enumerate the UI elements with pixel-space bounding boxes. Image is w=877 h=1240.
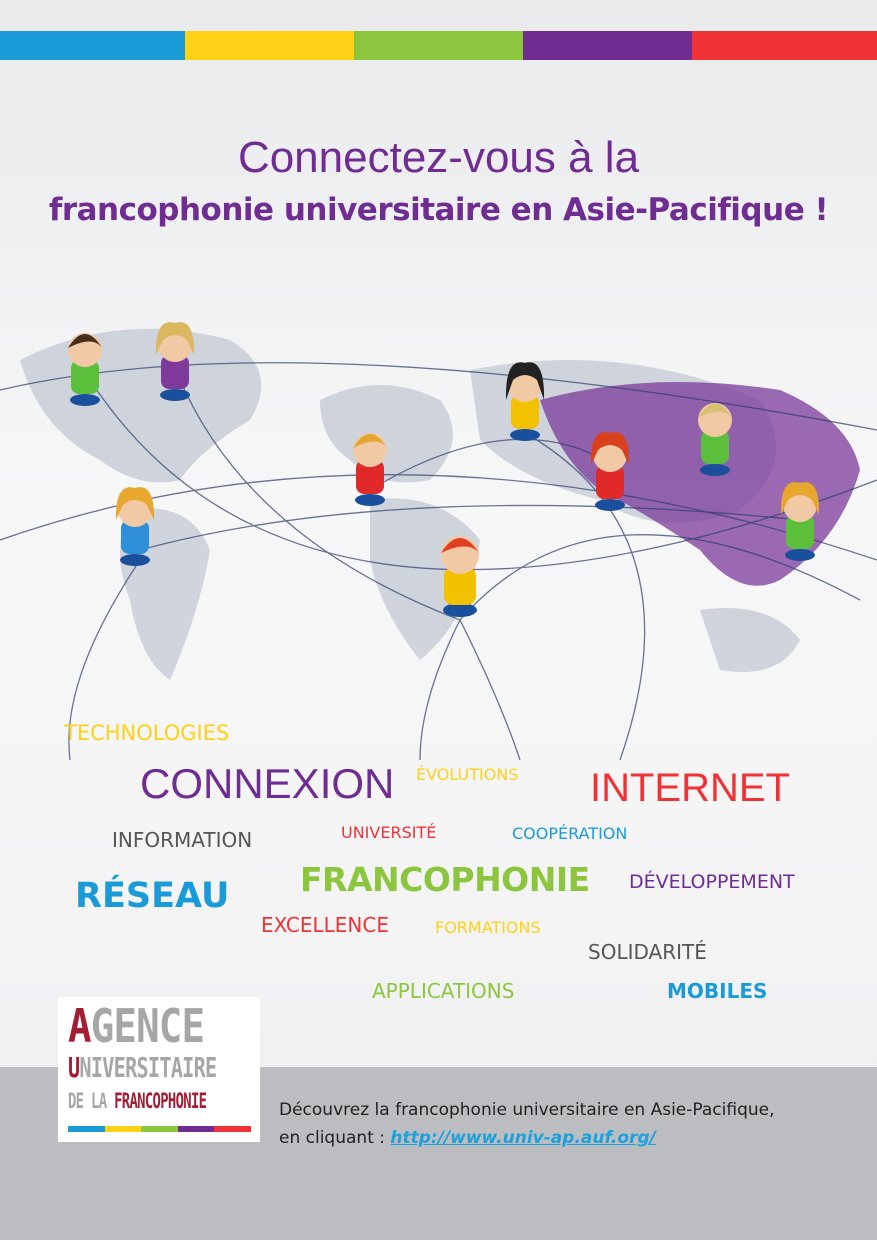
website-link[interactable]: http://www.univ-ap.auf.org/ (390, 1128, 655, 1148)
word-information: INFORMATION (112, 828, 253, 852)
color-stripe-green (354, 31, 523, 60)
footer-text-line-1: Découvrez la francophonie universitaire … (279, 1100, 775, 1120)
word-excellence: EXCELLENCE (261, 913, 389, 937)
footer-text-prefix: en cliquant : (279, 1128, 391, 1148)
color-stripe-purple (523, 31, 692, 60)
word-cooperation: COOPÉRATION (512, 824, 628, 843)
title-line-1: Connectez-vous à la (237, 133, 640, 182)
word-internet: INTERNET (590, 766, 790, 810)
word-formations: FORMATIONS (435, 918, 541, 937)
word-developpement: DÉVELOPPEMENT (629, 871, 795, 893)
title-line-2: francophonie universitaire en Asie-Pacif… (48, 192, 829, 228)
word-francophonie: FRANCOPHONIE (300, 860, 590, 899)
logo-text-de-la: DE LA (68, 1089, 115, 1113)
auf-logo: AGENCE UNIVERSITAIRE DE LA FRANCOPHONIE (58, 997, 260, 1142)
word-connexion: CONNEXION (140, 760, 395, 807)
word-universite: UNIVERSITÉ (341, 823, 437, 842)
logo-color-stripes (68, 1126, 251, 1132)
word-mobiles: MOBILES (667, 979, 768, 1003)
world-network-illustration (0, 322, 877, 760)
logo-text-gence: GENCE (90, 999, 205, 1053)
logo-text-niversitaire: NIVERSITAIRE (79, 1051, 217, 1084)
word-solidarite: SOLIDARITÉ (588, 940, 707, 964)
color-stripe-yellow (185, 31, 354, 60)
word-applications: APPLICATIONS (372, 979, 515, 1003)
color-stripe-blue (0, 31, 185, 60)
word-evolutions: ÉVOLUTIONS (416, 765, 519, 784)
logo-initial-u: U (68, 1051, 80, 1084)
word-reseau: RÉSEAU (75, 876, 230, 916)
logo-text-francophonie: FRANCOPHONIE (114, 1089, 207, 1113)
footer-text: Découvrez la francophonie universitaire … (279, 1096, 775, 1152)
logo-initial-a: A (68, 999, 92, 1053)
word-technologies: TECHNOLOGIES (64, 721, 230, 745)
color-stripe-red (692, 31, 877, 60)
